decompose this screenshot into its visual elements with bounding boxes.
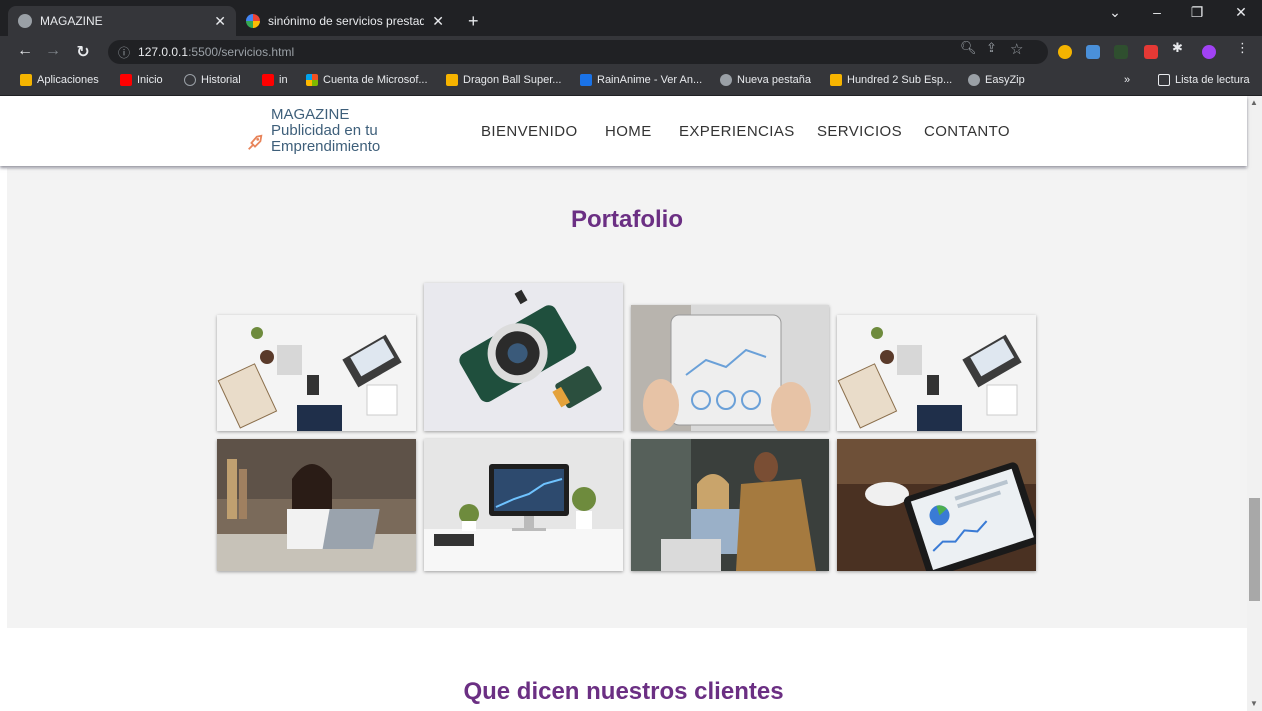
bookmark-aplicaciones[interactable]: Aplicaciones — [20, 74, 99, 86]
photo-imac-desk[interactable] — [424, 439, 623, 571]
url-host: 127.0.0.1 — [138, 45, 189, 59]
logo-line: Publicidad en tu — [271, 122, 378, 139]
microsoft-icon — [306, 74, 318, 86]
forward-icon[interactable]: → — [42, 42, 64, 60]
scroll-up-icon[interactable]: ▲ — [1250, 98, 1258, 107]
ra-icon — [580, 74, 592, 86]
tab-google[interactable]: sinónimo de servicios prestados ✕ — [236, 6, 454, 36]
logo-line: Emprendimiento — [271, 138, 381, 155]
bookmark-hundred[interactable]: Hundred 2 Sub Esp... — [830, 74, 952, 86]
site-logo[interactable]: MAGAZINE Publicidad en tu Emprendimiento — [271, 107, 380, 155]
globe-icon — [968, 74, 980, 86]
bookmark-microsoft[interactable]: Cuenta de Microsof... — [306, 74, 428, 86]
nav-bienvenido[interactable]: BIENVENIDO — [481, 123, 578, 140]
bookmark-label: RainAnime - Ver An... — [597, 74, 703, 86]
minimize-icon[interactable]: – — [1142, 4, 1172, 20]
tab-title: MAGAZINE — [40, 14, 103, 28]
history-icon — [184, 74, 196, 86]
youtube-icon — [262, 74, 274, 86]
restore-icon[interactable]: ❐ — [1182, 4, 1212, 21]
bookmark-star-icon — [830, 74, 842, 86]
tab-title: sinónimo de servicios prestados — [268, 14, 425, 28]
bookmark-label: Aplicaciones — [37, 74, 99, 86]
bookmark-inicio[interactable]: Inicio — [120, 74, 163, 86]
reading-list-icon — [1158, 74, 1170, 86]
clients-section-title: Que dicen nuestros clientes — [463, 678, 784, 705]
bookmark-label: Nueva pestaña — [737, 74, 811, 86]
browser-tab-bar: MAGAZINE ✕ sinónimo de servicios prestad… — [0, 0, 1262, 36]
bookmarks-bar: Aplicaciones Inicio Historial in Cuenta … — [0, 68, 1262, 96]
photo-desk-office-2[interactable] — [837, 315, 1036, 431]
back-icon[interactable]: ← — [14, 42, 36, 60]
photo-team-meeting[interactable] — [631, 439, 829, 571]
plus-icon: + — [468, 10, 479, 31]
extension-icon[interactable] — [1114, 45, 1128, 59]
zoom-icon[interactable]: 🔍︎ — [960, 40, 977, 56]
globe-icon — [18, 14, 32, 28]
bookmark-easyzip[interactable]: EasyZip — [968, 74, 1025, 86]
bookmark-historial[interactable]: Historial — [184, 74, 241, 86]
photo-woman-laptop[interactable] — [217, 439, 416, 571]
url-path: :5500/servicios.html — [188, 45, 295, 59]
bookmark-label: EasyZip — [985, 74, 1025, 86]
info-icon[interactable]: ⓘ — [118, 44, 130, 61]
reading-list-button[interactable]: Lista de lectura — [1158, 74, 1250, 86]
nav-contanto[interactable]: CONTANTO — [924, 123, 1010, 140]
bookmark-dragon-ball[interactable]: Dragon Ball Super... — [446, 74, 561, 86]
crown-extension-icon[interactable] — [1058, 45, 1072, 59]
bookmark-star-icon — [446, 74, 458, 86]
close-tab-icon[interactable]: ✕ — [214, 13, 226, 30]
apps-grid-icon — [20, 74, 32, 86]
new-tab-button[interactable]: + — [458, 6, 488, 36]
bookmark-label: Inicio — [137, 74, 163, 86]
bookmark-label: in — [279, 74, 288, 86]
share-icon[interactable]: ⇪ — [986, 40, 997, 56]
tab-search-icon[interactable]: ⌄ — [1100, 4, 1130, 21]
bookmark-label: Dragon Ball Super... — [463, 74, 562, 86]
double-chevron-icon: » — [1124, 74, 1131, 86]
bookmark-nueva-pestana[interactable]: Nueva pestaña — [720, 74, 811, 86]
google-icon — [246, 14, 260, 28]
bookmark-rainanime[interactable]: RainAnime - Ver An... — [580, 74, 702, 86]
youtube-icon — [120, 74, 132, 86]
nav-servicios[interactable]: SERVICIOS — [817, 123, 902, 140]
scroll-down-icon[interactable]: ▼ — [1250, 699, 1258, 708]
scroll-thumb[interactable] — [1249, 498, 1260, 601]
more-bookmarks-button[interactable]: » — [1124, 74, 1130, 86]
photo-desk-office[interactable] — [217, 315, 416, 431]
photo-camera[interactable] — [424, 283, 623, 431]
logo-line: MAGAZINE — [271, 106, 350, 123]
tab-magazine[interactable]: MAGAZINE ✕ — [8, 6, 236, 36]
rocket-logo-icon — [248, 134, 263, 150]
portfolio-section: Portafolio — [7, 168, 1247, 628]
menu-kebab-icon[interactable]: ⋮ — [1236, 40, 1249, 56]
extension-icon[interactable] — [1144, 45, 1158, 59]
browser-toolbar: ← → ↻ ⓘ 127.0.0.1 :5500/servicios.html 🔍… — [0, 36, 1262, 68]
nav-home[interactable]: HOME — [605, 123, 652, 140]
reading-list-label: Lista de lectura — [1175, 74, 1250, 86]
portfolio-title: Portafolio — [571, 206, 683, 233]
bookmark-star-icon[interactable]: ☆ — [1010, 40, 1023, 58]
page-scrollbar[interactable]: ▲ ▼ — [1247, 96, 1262, 711]
puzzle-icon[interactable]: ✱ — [1172, 40, 1183, 56]
bookmark-label: Historial — [201, 74, 241, 86]
site-header: MAGAZINE Publicidad en tu Emprendimiento… — [0, 96, 1247, 166]
address-bar[interactable]: ⓘ 127.0.0.1 :5500/servicios.html — [108, 40, 1048, 64]
bookmark-label: Hundred 2 Sub Esp... — [847, 74, 953, 86]
nav-experiencias[interactable]: EXPERIENCIAS — [679, 123, 795, 140]
profile-avatar[interactable] — [1202, 45, 1216, 59]
close-tab-icon[interactable]: ✕ — [432, 13, 444, 30]
translate-extension-icon[interactable] — [1086, 45, 1100, 59]
bookmark-label: Cuenta de Microsof... — [323, 74, 428, 86]
bookmark-in[interactable]: in — [262, 74, 288, 86]
page-viewport: MAGAZINE Publicidad en tu Emprendimiento… — [0, 96, 1262, 711]
globe-icon — [720, 74, 732, 86]
photo-tablet-charts[interactable] — [631, 305, 829, 431]
photo-tablet-analytics[interactable] — [837, 439, 1036, 571]
window-close-icon[interactable]: ✕ — [1226, 4, 1256, 21]
reload-icon[interactable]: ↻ — [72, 42, 94, 62]
